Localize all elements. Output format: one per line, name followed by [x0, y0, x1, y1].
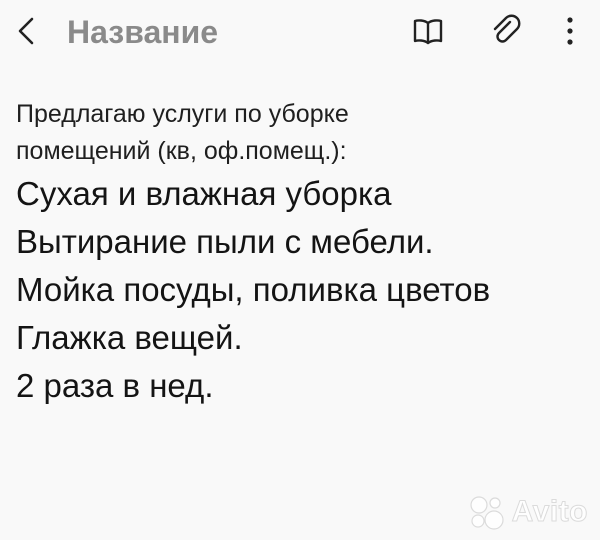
- watermark-text: Avito: [511, 495, 588, 529]
- note-line-5: Мойка посуды, поливка цветов: [16, 271, 491, 308]
- note-editor-screen: Название Предлагаю услуги по уборке поме…: [0, 0, 600, 540]
- note-line-3: Сухая и влажная уборка: [16, 175, 392, 212]
- note-content[interactable]: Предлагаю услуги по уборке помещений (кв…: [16, 96, 592, 410]
- note-line-4: Вытирание пыли с мебели.: [16, 223, 434, 260]
- read-mode-button[interactable]: [406, 8, 450, 54]
- avito-logo-icon: [470, 496, 504, 530]
- note-line-2: помещений (кв, оф.помещ.):: [16, 137, 347, 165]
- paperclip-icon: [493, 14, 521, 43]
- more-options-button[interactable]: [548, 8, 592, 54]
- chevron-left-icon: [18, 17, 34, 45]
- back-button[interactable]: [4, 6, 50, 56]
- more-vertical-icon: [567, 17, 573, 45]
- attach-button[interactable]: [484, 8, 528, 54]
- note-title[interactable]: Название: [67, 12, 218, 52]
- note-line-1: Предлагаю услуги по уборке: [16, 100, 349, 128]
- avito-watermark: Avito: [466, 492, 588, 532]
- note-line-6: Глажка вещей.: [16, 319, 243, 356]
- note-line-7: 2 раза в нед.: [16, 367, 214, 404]
- toolbar: Название: [0, 0, 600, 66]
- book-open-icon: [413, 19, 443, 45]
